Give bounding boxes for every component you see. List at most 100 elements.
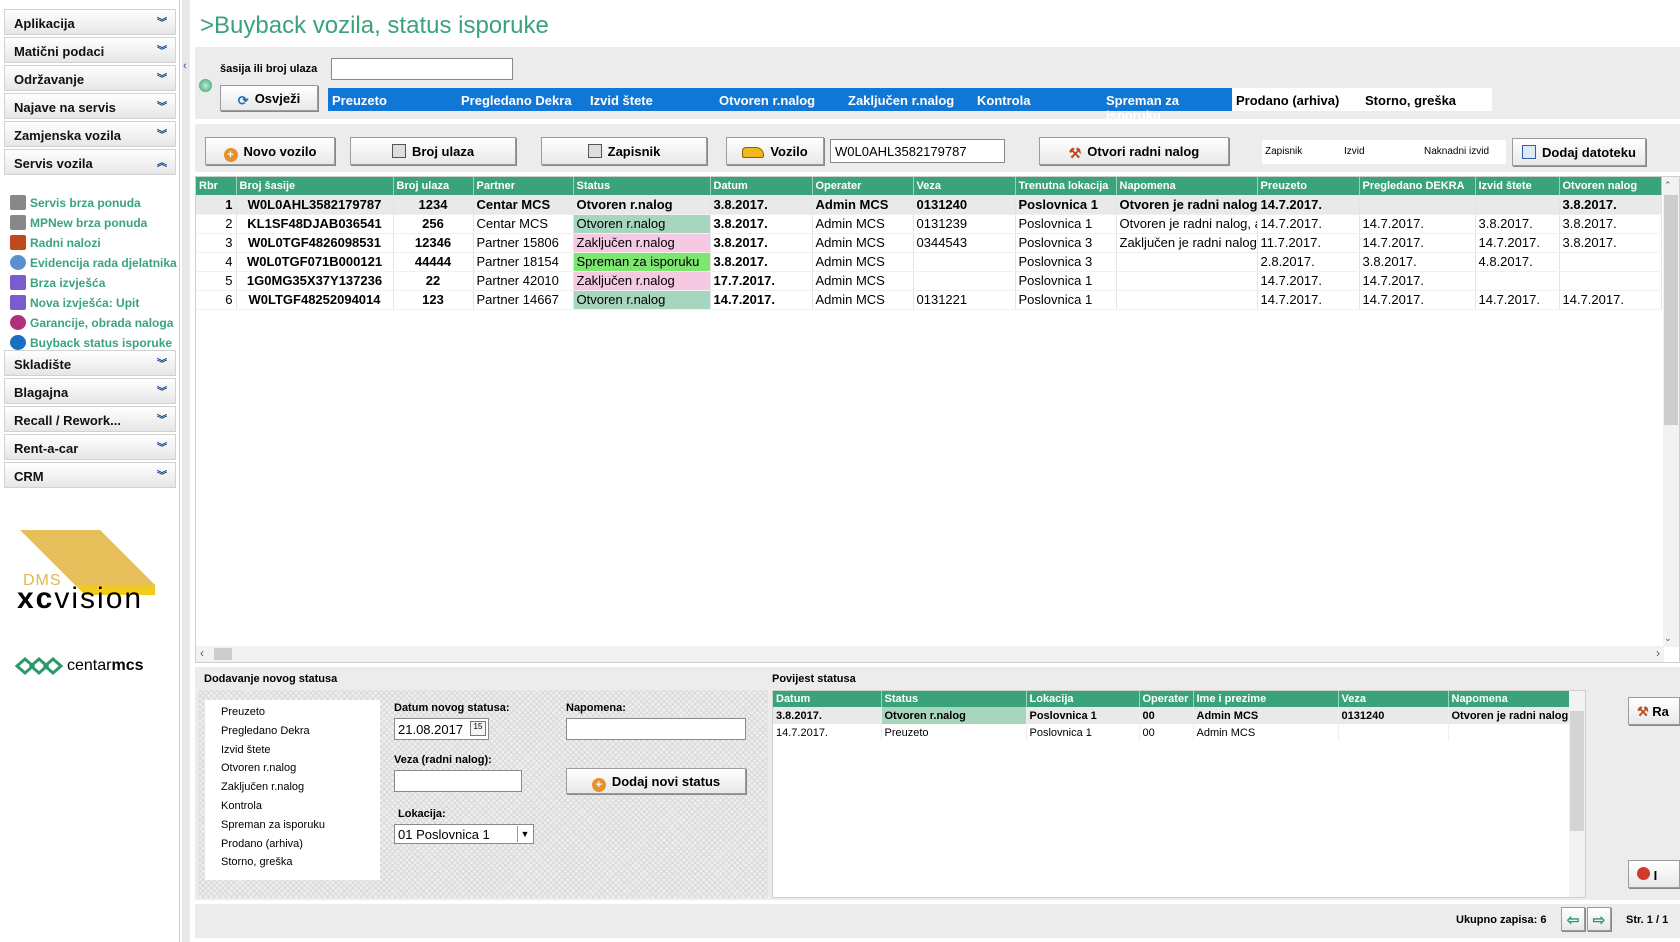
sidebar-splitter[interactable]: ‹ xyxy=(182,0,190,942)
column-header-broj-sasije[interactable]: Broj šasije xyxy=(236,177,394,195)
menu-group-najave-na-servis[interactable]: Najave na servis ︾ xyxy=(4,93,176,119)
status-option-spreman-za-isporuku[interactable]: Spreman za isporuku xyxy=(221,819,325,831)
menu-group-servis-vozila[interactable]: Servis vozila ︽ xyxy=(4,149,176,175)
open-work-order-button[interactable]: ⚒ Otvori radni nalog xyxy=(1039,137,1229,165)
menu-group-recall-rework[interactable]: Recall / Rework... ︾ xyxy=(4,406,176,432)
dropdown-arrow-icon[interactable]: ▼ xyxy=(517,826,532,842)
tab-spreman-za-isporuku[interactable]: Spreman za isporuku xyxy=(1106,93,1232,123)
menu-item-mpnew-brza-ponuda[interactable]: MPNew brza ponuda xyxy=(10,215,147,235)
menu-item-servis-brza-ponuda[interactable]: Servis brza ponuda xyxy=(10,195,141,215)
next-page-button[interactable]: ⇨ xyxy=(1587,907,1611,931)
menu-item-nova-izvjesca-upit[interactable]: Nova izvješća: Upit xyxy=(10,295,139,315)
history-column-ime-i-prezime[interactable]: Ime i prezime xyxy=(1193,691,1339,707)
menu-group-maticni-podaci[interactable]: Matični podaci ︾ xyxy=(4,37,176,63)
column-header-partner[interactable]: Partner xyxy=(473,177,574,195)
tab-otvoren-rnalog[interactable]: Otvoren r.nalog xyxy=(719,93,815,108)
history-column-operater[interactable]: Operater xyxy=(1139,691,1194,707)
scroll-thumb[interactable] xyxy=(1664,195,1678,425)
doc-survey-option[interactable]: Izvid xyxy=(1344,146,1365,157)
add-file-button[interactable]: Dodaj datoteku xyxy=(1512,138,1646,166)
status-option-pregledano-dekra[interactable]: Pregledano Dekra xyxy=(221,725,310,737)
doc-later-survey-option[interactable]: Naknadni izvid xyxy=(1424,146,1489,157)
open-order-side-button[interactable]: ⚒ Ra xyxy=(1628,697,1680,725)
column-header-otvoren-nalog[interactable]: Otvoren nalog xyxy=(1559,177,1662,195)
vehicle-button[interactable]: Vozilo xyxy=(726,137,824,165)
column-header-pregledano-dekra[interactable]: Pregledano DEKRA xyxy=(1359,177,1476,195)
tab-prodano-arhiva[interactable]: Prodano (arhiva) xyxy=(1236,93,1339,108)
menu-group-odrzavanje[interactable]: Održavanje ︾ xyxy=(4,65,176,91)
note-input[interactable] xyxy=(566,718,746,740)
menu-group-skladiste[interactable]: Skladište ︾ xyxy=(4,350,176,376)
new-vehicle-button[interactable]: + Novo vozilo xyxy=(205,137,335,165)
status-option-izvid-stete[interactable]: Izvid štete xyxy=(221,744,271,756)
prev-page-button[interactable]: ⇦ xyxy=(1561,907,1585,931)
menu-group-aplikacija[interactable]: Aplikacija ︾ xyxy=(4,9,176,35)
history-scrollbar[interactable] xyxy=(1569,691,1585,897)
search-input[interactable] xyxy=(331,58,513,80)
scroll-left-icon[interactable]: ‹ xyxy=(200,646,204,660)
column-header-rbr[interactable]: Rbr xyxy=(196,177,237,195)
grid-vertical-scrollbar[interactable]: ⌃ ⌄ xyxy=(1663,177,1679,647)
column-header-datum[interactable]: Datum xyxy=(710,177,813,195)
history-column-datum[interactable]: Datum xyxy=(773,691,882,707)
table-row[interactable]: 6 W0LTGF48252094014 123 Partner 14667 Otvore… xyxy=(196,290,1662,310)
status-option-kontrola[interactable]: Kontrola xyxy=(221,800,262,812)
history-scroll-thumb[interactable] xyxy=(1570,711,1584,831)
status-option-storno-greska[interactable]: Storno, greška xyxy=(221,856,293,868)
link-input[interactable] xyxy=(394,770,522,792)
column-header-veza[interactable]: Veza xyxy=(913,177,1016,195)
tab-zakljucen-rnalog[interactable]: Zaključen r.nalog xyxy=(848,93,954,108)
menu-group-crm[interactable]: CRM ︾ xyxy=(4,462,176,488)
add-status-button[interactable]: + Dodaj novi status xyxy=(566,768,746,794)
history-column-veza[interactable]: Veza xyxy=(1338,691,1449,707)
history-column-napomena[interactable]: Napomena xyxy=(1448,691,1570,707)
record-button[interactable]: Zapisnik xyxy=(541,137,707,165)
scroll-right-icon[interactable]: › xyxy=(1656,646,1660,660)
menu-group-rent-a-car[interactable]: Rent-a-car ︾ xyxy=(4,434,176,460)
tab-storno-greska[interactable]: Storno, greška xyxy=(1365,93,1456,108)
vehicle-chassis-field[interactable]: W0L0AHL3582179787 xyxy=(830,139,1005,163)
column-header-broj-ulaza[interactable]: Broj ulaza xyxy=(393,177,474,195)
hscroll-thumb[interactable] xyxy=(214,648,232,660)
calendar-icon[interactable]: 15 xyxy=(470,721,486,736)
tab-pregledano-dekra[interactable]: Pregledano Dekra xyxy=(461,93,572,108)
status-option-zakljucen-r-nalog[interactable]: Zaključen r.nalog xyxy=(221,781,304,793)
tab-izvid-stete[interactable]: Izvid štete xyxy=(590,93,653,108)
menu-item-evidencija-rada-djelatnika[interactable]: Evidencija rada djelatnika xyxy=(10,255,177,275)
menu-group-blagajna[interactable]: Blagajna ︾ xyxy=(4,378,176,404)
status-option-otvoren-r-nalog[interactable]: Otvoren r.nalog xyxy=(221,762,296,774)
column-header-operater[interactable]: Operater xyxy=(812,177,914,195)
delete-side-button[interactable]: I xyxy=(1628,860,1680,888)
scroll-down-icon[interactable]: ⌄ xyxy=(1664,633,1672,644)
column-header-napomena[interactable]: Napomena xyxy=(1116,177,1258,195)
doc-record-option[interactable]: Zapisnik xyxy=(1265,146,1302,157)
status-list[interactable]: Preuzeto Pregledano Dekra Izvid štete Otvor… xyxy=(205,700,380,880)
refresh-button[interactable]: ⟳ Osvježi xyxy=(220,85,318,111)
table-row[interactable]: 3 W0L0TGF4826098531 12346 Partner 15806 Zakl… xyxy=(196,233,1662,253)
grid-horizontal-scrollbar[interactable]: ‹ › xyxy=(196,646,1664,662)
table-row[interactable]: 1 W0L0AHL3582179787 1234 Centar MCS Otvoren … xyxy=(196,195,1662,215)
tab-kontrola[interactable]: Kontrola xyxy=(977,93,1030,108)
status-option-prodano-arhiva[interactable]: Prodano (arhiva) xyxy=(221,838,303,850)
history-row[interactable]: 3.8.2017. Otvoren r.nalog Poslovnica 1 00 Ad… xyxy=(773,707,1570,724)
history-column-status[interactable]: Status xyxy=(881,691,1027,707)
history-row[interactable]: 14.7.2017. Preuzeto Poslovnica 1 00 Admin MC… xyxy=(773,724,1570,741)
scroll-up-icon[interactable]: ⌃ xyxy=(1664,180,1672,191)
status-option-preuzeto[interactable]: Preuzeto xyxy=(221,706,265,718)
table-row[interactable]: 5 1G0MG35X37Y137236 22 Partner 42010 Zaključ… xyxy=(196,271,1662,291)
collapse-arrow-icon[interactable]: ‹ xyxy=(183,60,187,72)
menu-group-zamjenska-vozila[interactable]: Zamjenska vozila ︾ xyxy=(4,121,176,147)
date-input[interactable]: 21.08.2017 15 xyxy=(394,718,489,740)
menu-item-garancije-obrada-naloga[interactable]: Garancije, obrada naloga xyxy=(10,315,173,335)
history-column-lokacija[interactable]: Lokacija xyxy=(1026,691,1140,707)
menu-item-radni-nalozi[interactable]: Radni nalozi xyxy=(10,235,101,255)
column-header-status[interactable]: Status xyxy=(573,177,711,195)
table-row[interactable]: 4 W0L0TGF071B000121 44444 Partner 18154 Spre… xyxy=(196,252,1662,272)
tab-preuzeto[interactable]: Preuzeto xyxy=(332,93,387,108)
column-header-izvid-stete[interactable]: Izvid štete xyxy=(1475,177,1560,195)
table-row[interactable]: 2 KL1SF48DJAB036541 256 Centar MCS Otvoren r… xyxy=(196,214,1662,234)
entry-number-button[interactable]: Broj ulaza xyxy=(350,137,516,165)
menu-item-brza-izvjesca[interactable]: Brza izvješća xyxy=(10,275,105,295)
column-header-trenutna-lokacija[interactable]: Trenutna lokacija xyxy=(1015,177,1117,195)
column-header-preuzeto[interactable]: Preuzeto xyxy=(1257,177,1360,195)
